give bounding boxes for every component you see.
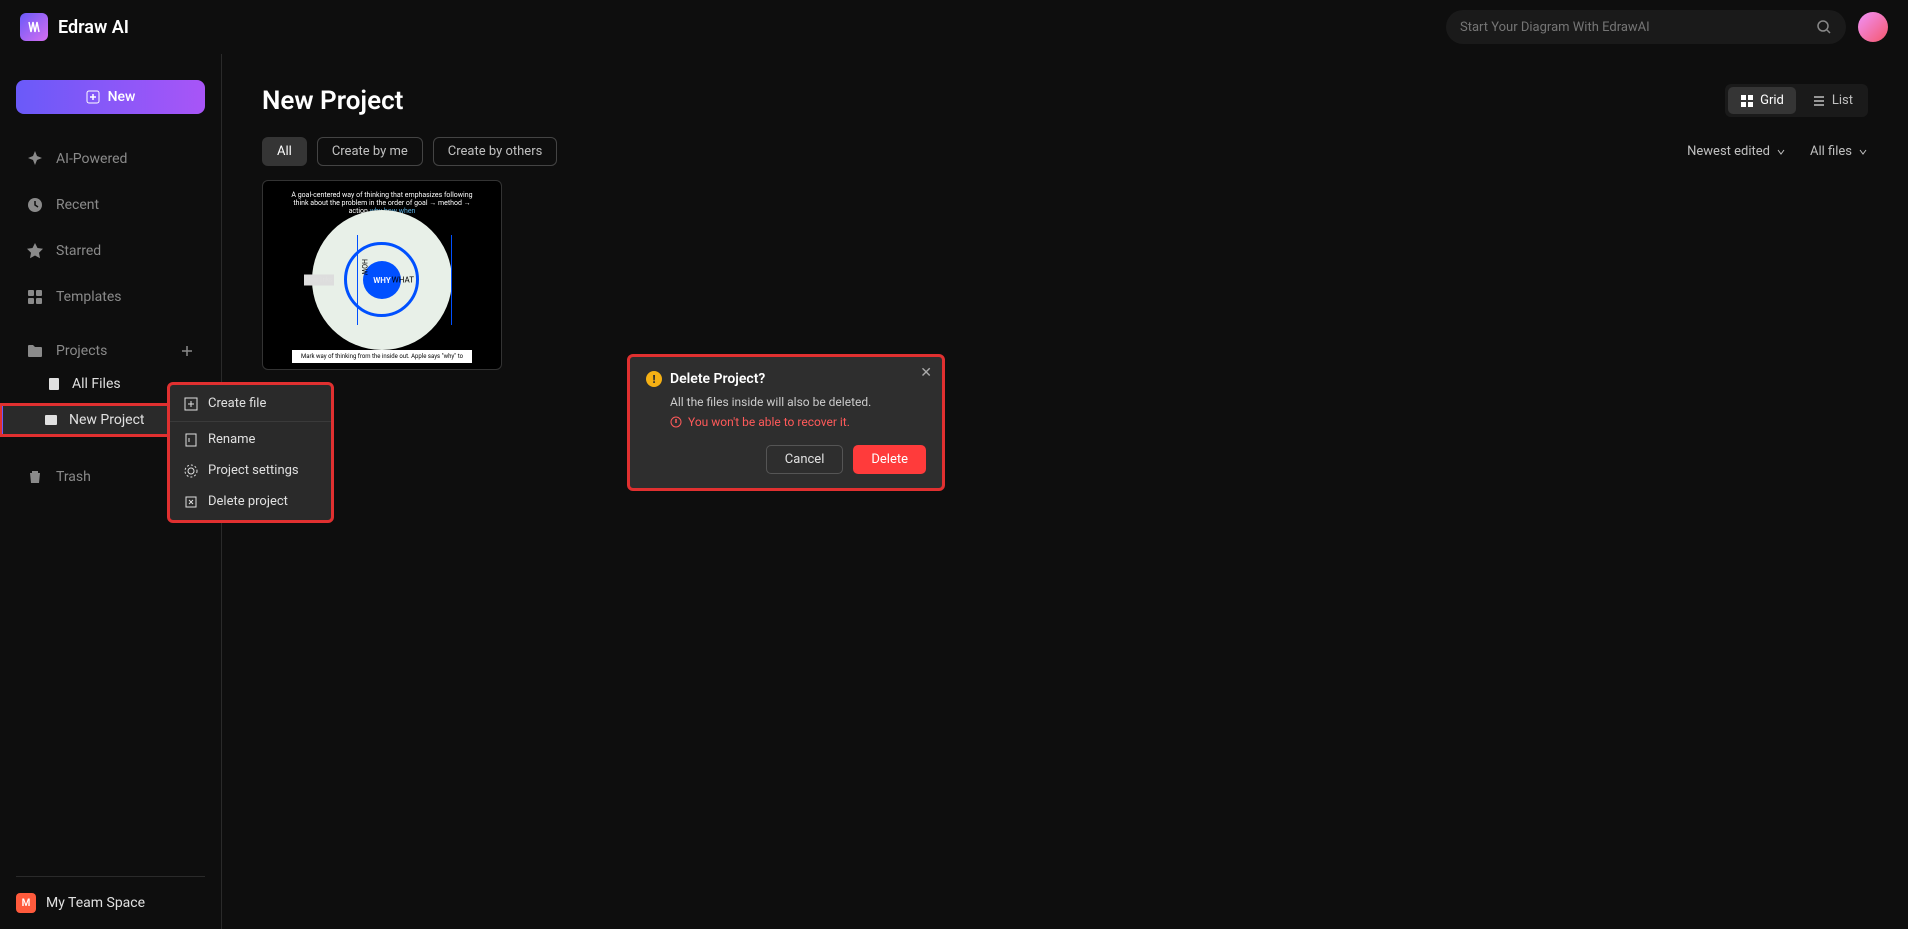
sidebar-item-label: Starred: [56, 243, 101, 259]
app-name: Edraw AI: [58, 17, 129, 38]
cancel-button[interactable]: Cancel: [766, 445, 844, 474]
view-toggle: Grid List: [1725, 84, 1868, 117]
avatar[interactable]: [1858, 12, 1888, 42]
dialog-warning-text: You won't be able to recover it.: [688, 415, 850, 429]
projects-header: Projects: [16, 334, 205, 368]
templates-icon: [26, 288, 44, 306]
rename-icon: [184, 433, 198, 447]
clock-icon: [26, 196, 44, 214]
chevron-down-icon: [1776, 147, 1786, 157]
add-project-icon[interactable]: [179, 343, 195, 359]
main-content: New Project Grid List All Create by me C…: [222, 54, 1908, 929]
sidebar-item-ai-powered[interactable]: AI-Powered: [16, 142, 205, 176]
sidebar-item-label: New Project: [69, 412, 145, 428]
search-box[interactable]: [1446, 10, 1846, 44]
sort-label: Newest edited: [1687, 144, 1770, 159]
star-icon: [26, 242, 44, 260]
new-button[interactable]: New: [16, 80, 205, 114]
sidebar-item-templates[interactable]: Templates: [16, 280, 205, 314]
sidebar-item-label: Trash: [56, 469, 91, 485]
files-icon: [46, 376, 62, 392]
sidebar-item-label: Templates: [56, 289, 122, 305]
list-view-button[interactable]: List: [1800, 87, 1865, 114]
tab-by-others[interactable]: Create by others: [433, 137, 558, 166]
dialog-title: Delete Project?: [670, 371, 765, 387]
grid-view-button[interactable]: Grid: [1728, 87, 1796, 114]
sidebar-item-label: Recent: [56, 197, 99, 213]
ctx-rename[interactable]: Rename: [170, 424, 331, 455]
dialog-message: All the files inside will also be delete…: [670, 395, 926, 409]
sidebar-item-label: All Files: [72, 376, 121, 392]
ctx-settings[interactable]: Project settings: [170, 455, 331, 486]
logo-icon: [20, 13, 48, 41]
gear-icon: [184, 464, 198, 478]
ctx-label: Project settings: [208, 463, 299, 478]
context-menu: Create file Rename Project settings Dele…: [167, 382, 334, 523]
team-icon: M: [16, 893, 36, 913]
grid-label: Grid: [1760, 93, 1784, 108]
sidebar-item-recent[interactable]: Recent: [16, 188, 205, 222]
ctx-label: Delete project: [208, 494, 288, 509]
plus-square-icon: [184, 397, 198, 411]
file-filter-label: All files: [1810, 144, 1852, 159]
ctx-delete[interactable]: Delete project: [170, 486, 331, 517]
delete-icon: [184, 495, 198, 509]
search-icon: [1816, 19, 1832, 35]
ctx-label: Rename: [208, 432, 255, 447]
ctx-label: Create file: [208, 396, 266, 411]
dialog-warning: You won't be able to recover it.: [670, 415, 926, 429]
header: Edraw AI: [0, 0, 1908, 54]
trash-icon: [26, 468, 44, 486]
file-thumbnail: A goal-centered way of thinking that emp…: [262, 180, 502, 370]
delete-button[interactable]: Delete: [853, 445, 926, 474]
team-space-label: My Team Space: [46, 895, 145, 911]
sort-dropdown[interactable]: Newest edited: [1687, 144, 1786, 159]
sparkle-icon: [26, 150, 44, 168]
delete-dialog: ✕ ! Delete Project? All the files inside…: [627, 354, 945, 491]
error-icon: [670, 416, 682, 428]
projects-label: Projects: [56, 343, 107, 359]
sidebar-item-starred[interactable]: Starred: [16, 234, 205, 268]
list-label: List: [1832, 93, 1853, 108]
plus-icon: [86, 90, 100, 104]
page-title: New Project: [262, 86, 403, 116]
tab-by-me[interactable]: Create by me: [317, 137, 423, 166]
folder-icon: [26, 342, 44, 360]
ctx-create-file[interactable]: Create file: [170, 388, 331, 419]
grid-icon: [1740, 94, 1754, 108]
project-icon: [43, 412, 59, 428]
new-button-label: New: [108, 89, 136, 105]
list-icon: [1812, 94, 1826, 108]
logo[interactable]: Edraw AI: [20, 13, 129, 41]
close-icon[interactable]: ✕: [920, 365, 932, 381]
search-input[interactable]: [1460, 20, 1816, 35]
sidebar-footer[interactable]: M My Team Space: [16, 876, 205, 929]
chevron-down-icon: [1858, 147, 1868, 157]
warning-icon: !: [646, 371, 662, 387]
file-filter-dropdown[interactable]: All files: [1810, 144, 1868, 159]
sidebar-item-label: AI-Powered: [56, 151, 127, 167]
tab-all[interactable]: All: [262, 137, 307, 166]
filters: All Create by me Create by others Newest…: [262, 137, 1868, 166]
